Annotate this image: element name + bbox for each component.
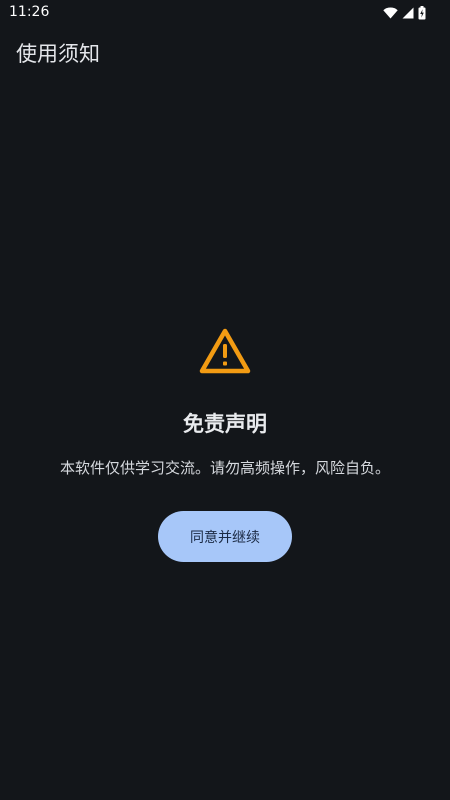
page-title: 使用须知	[16, 42, 100, 66]
battery-charging-icon	[418, 6, 426, 20]
status-icons	[383, 5, 426, 21]
screen: 11:26 使用须知 免责声明 本软件仅供学习交流。请勿高频操作，风险自负。 同…	[0, 0, 450, 800]
wifi-icon	[383, 7, 398, 19]
status-time: 11:26	[9, 4, 50, 20]
disclaimer-message: 本软件仅供学习交流。请勿高频操作，风险自负。	[59, 459, 390, 477]
cellular-signal-icon	[402, 7, 414, 19]
agree-continue-button[interactable]: 同意并继续	[158, 511, 292, 562]
disclaimer-heading: 免责声明	[183, 412, 267, 436]
status-bar: 11:26	[0, 0, 450, 26]
warning-icon	[198, 326, 252, 376]
